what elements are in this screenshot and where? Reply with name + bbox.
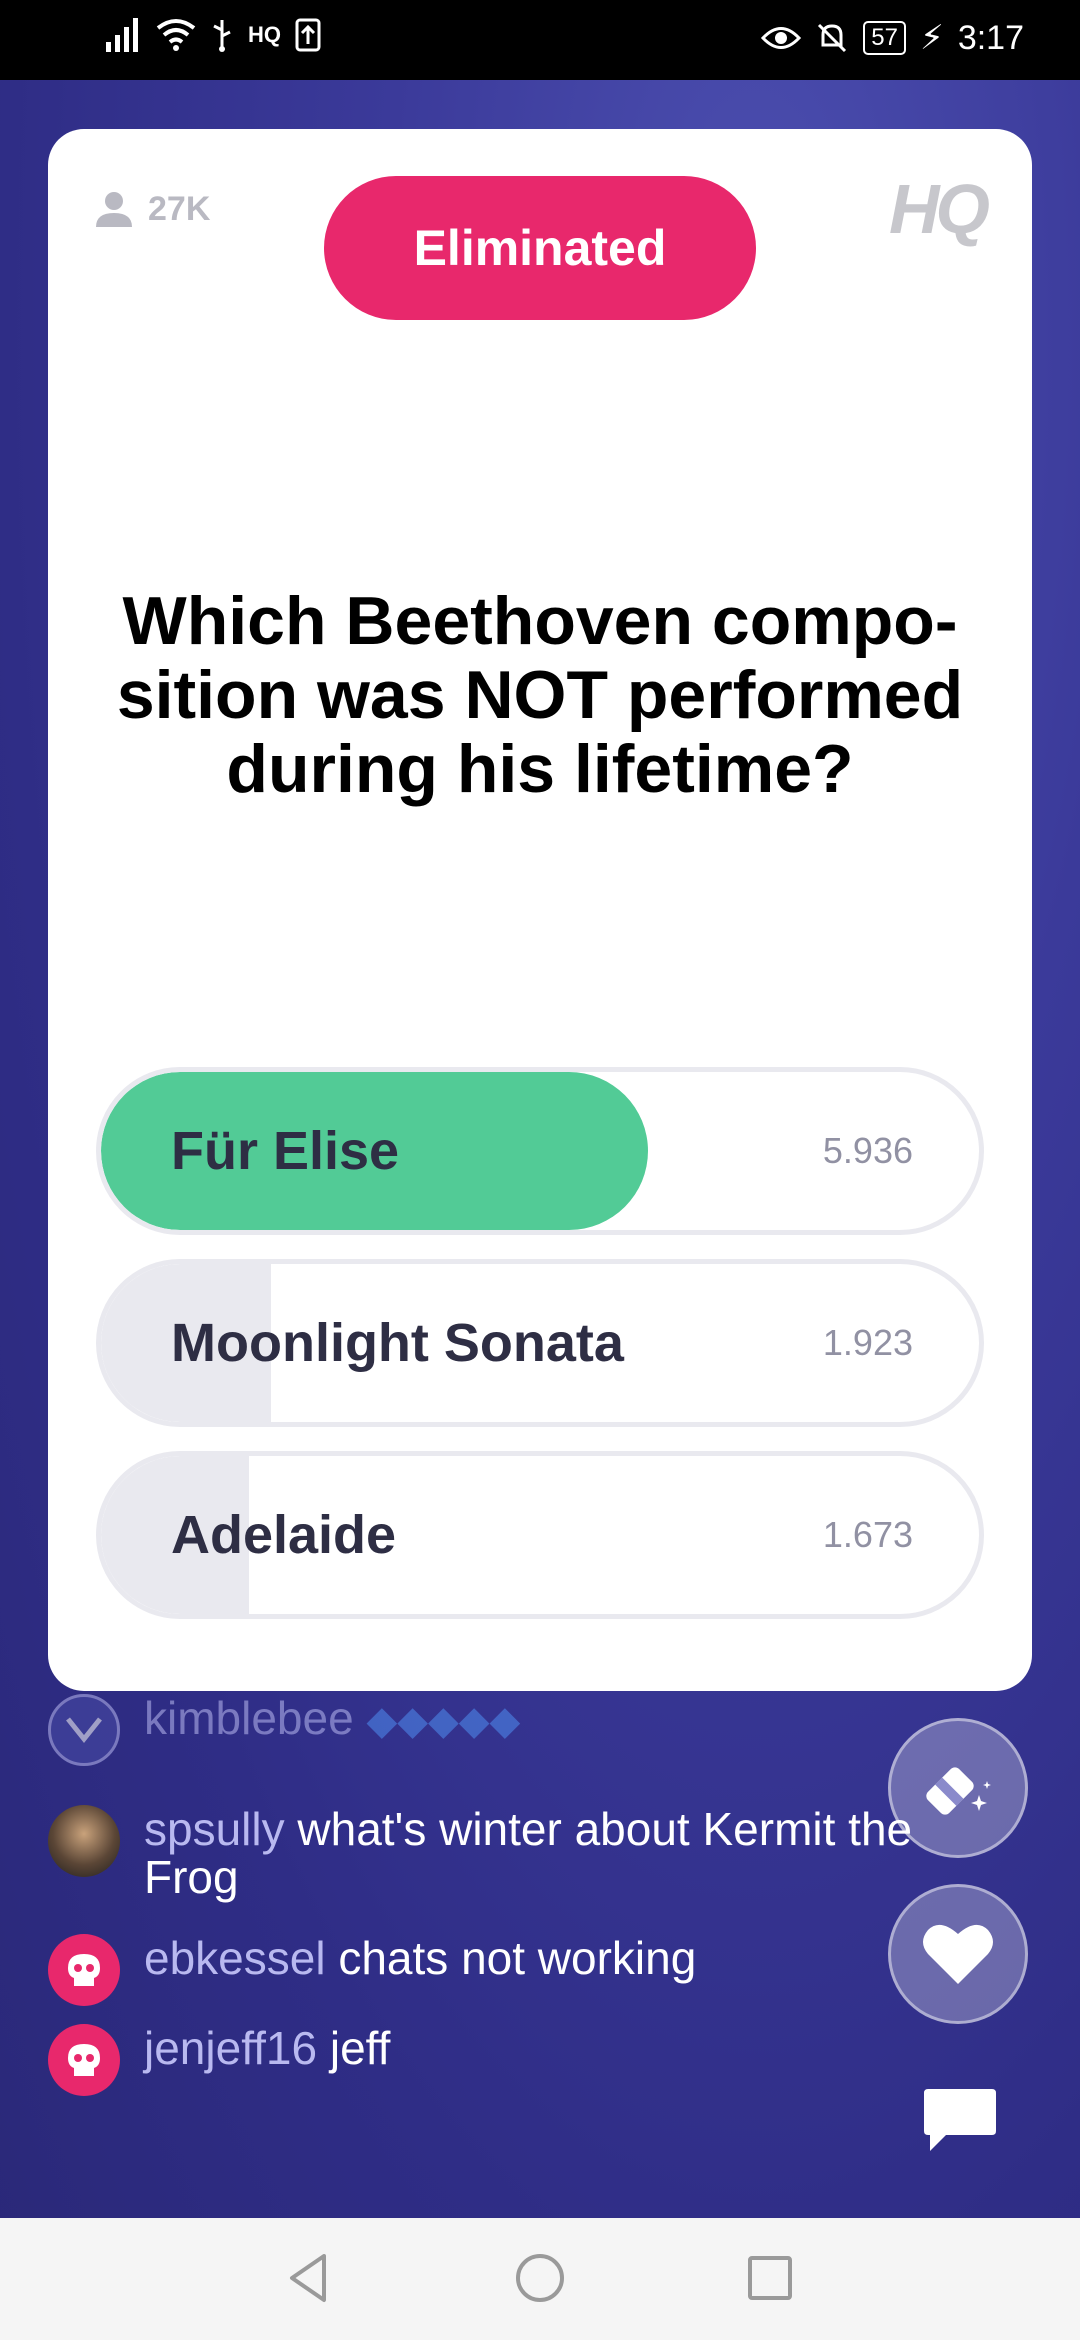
diamonds-icon: ◆◆◆◆◆ xyxy=(366,1699,521,1743)
clock: 3:17 xyxy=(957,18,1024,57)
question-text: Which Beethoven compo- sition was NOT pe… xyxy=(78,584,1002,806)
eye-icon xyxy=(761,27,802,49)
chat-bubble-icon xyxy=(924,2089,996,2151)
viewer-count: 27K xyxy=(94,189,210,229)
usb-icon xyxy=(213,20,231,52)
chat-body: jeff xyxy=(329,2022,391,2074)
eliminated-badge: Eliminated xyxy=(324,176,756,320)
network-label: HQ xyxy=(248,22,281,47)
answer-option-2[interactable]: Moonlight Sonata 1.923 xyxy=(96,1259,984,1427)
answer-option-1[interactable]: Für Elise 5.936 xyxy=(96,1067,984,1235)
answer-label-1: Für Elise xyxy=(171,1121,400,1181)
chat-username[interactable]: kimblebee xyxy=(144,1692,354,1744)
chat-message-text: kimblebee ◆◆◆◆◆ xyxy=(144,1694,974,1745)
answer-count-2: 1.923 xyxy=(822,1322,913,1363)
recents-icon[interactable] xyxy=(740,2248,800,2308)
chat-message: spsully what's winter about Kermit the F… xyxy=(48,1805,974,1901)
battery-indicator: 57 xyxy=(863,21,906,55)
badge-icon xyxy=(48,1694,120,1766)
status-bar-left: HQ xyxy=(106,18,321,52)
status-bar-right: 57 ⚡ 3:17 xyxy=(761,18,1024,58)
signal-icon xyxy=(106,18,138,52)
system-nav-bar xyxy=(0,2218,1080,2340)
chat-username[interactable]: jenjeff16 xyxy=(144,2022,317,2074)
chat-button[interactable] xyxy=(920,2085,1000,2155)
viewer-count-label: 27K xyxy=(148,189,211,228)
skull-icon xyxy=(48,1934,120,2006)
charging-icon: ⚡ xyxy=(919,19,944,57)
heart-icon xyxy=(923,1924,993,1984)
eraser-icon xyxy=(926,1767,991,1815)
answer-count-1: 5.936 xyxy=(822,1130,913,1171)
chat-message: jenjeff16 jeff xyxy=(48,2024,974,2096)
chat-message-text: spsully what's winter about Kermit the F… xyxy=(144,1805,974,1901)
chat-username[interactable]: spsully xyxy=(144,1803,285,1855)
person-icon xyxy=(96,192,132,227)
heart-button[interactable] xyxy=(888,1884,1028,2024)
chat-username[interactable]: ebkessel xyxy=(144,1932,326,1984)
eraser-button[interactable] xyxy=(888,1718,1028,1858)
chat-message: kimblebee ◆◆◆◆◆ xyxy=(48,1694,974,1766)
home-icon[interactable] xyxy=(510,2248,570,2308)
question-line-1: Which Beethoven compo- xyxy=(122,583,958,659)
chat-body: chats not working xyxy=(338,1932,697,1984)
answer-label-2: Moonlight Sonata xyxy=(171,1313,624,1373)
chat-message: ebkessel chats not working xyxy=(48,1934,974,2006)
back-icon[interactable] xyxy=(280,2248,340,2308)
upload-icon xyxy=(295,18,321,52)
status-bar: HQ 57 ⚡ 3:17 xyxy=(0,0,1080,80)
mute-bell-icon xyxy=(818,23,847,53)
chat-message-text: ebkessel chats not working xyxy=(144,1934,974,1982)
hq-logo: HQ xyxy=(889,170,990,248)
chat-message-text: jenjeff16 jeff xyxy=(144,2024,974,2072)
wifi-icon xyxy=(156,19,196,51)
user-photo xyxy=(48,1805,120,1877)
question-line-2: sition was NOT performed xyxy=(116,657,964,733)
skull-icon xyxy=(48,2024,120,2096)
question-line-3: during his lifetime? xyxy=(226,731,854,807)
answer-label-3: Adelaide xyxy=(171,1505,397,1565)
question-card: 27K Eliminated HQ Which Beethoven compo-… xyxy=(48,129,1032,1691)
hq-trivia-screen: HQ 57 ⚡ 3:17 27K Eliminated HQ Which Bee… xyxy=(0,0,1080,2340)
answer-option-3[interactable]: Adelaide 1.673 xyxy=(96,1451,984,1619)
answer-count-3: 1.673 xyxy=(822,1514,913,1555)
